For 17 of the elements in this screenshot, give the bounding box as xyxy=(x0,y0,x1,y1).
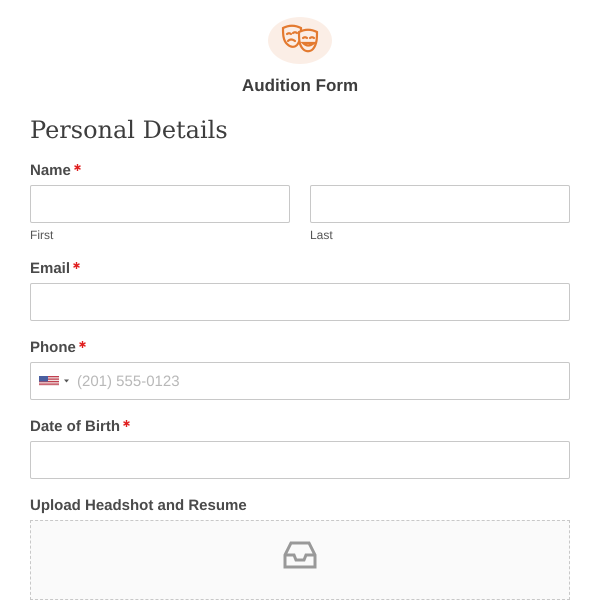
field-caption: First xyxy=(30,228,54,242)
section-heading: Personal Details xyxy=(30,116,229,144)
field-label: Date of Birth xyxy=(30,418,570,435)
input-field[interactable] xyxy=(30,185,290,223)
input-field[interactable] xyxy=(30,441,570,479)
form-title: Audition Form xyxy=(242,76,358,96)
flag-icon[interactable] xyxy=(39,376,69,386)
field-label: Upload Headshot and Resume xyxy=(30,497,248,514)
upload-area[interactable] xyxy=(30,520,570,600)
inbox-icon xyxy=(283,541,317,569)
input-field[interactable] xyxy=(310,185,570,223)
field-caption: Last xyxy=(310,228,334,242)
input-field[interactable] xyxy=(30,283,570,321)
field-label: Email xyxy=(30,260,570,277)
phone-field[interactable]: (201) 555-0123 xyxy=(30,362,570,400)
field-label: Phone xyxy=(30,339,570,356)
field-label: Name xyxy=(30,162,570,179)
